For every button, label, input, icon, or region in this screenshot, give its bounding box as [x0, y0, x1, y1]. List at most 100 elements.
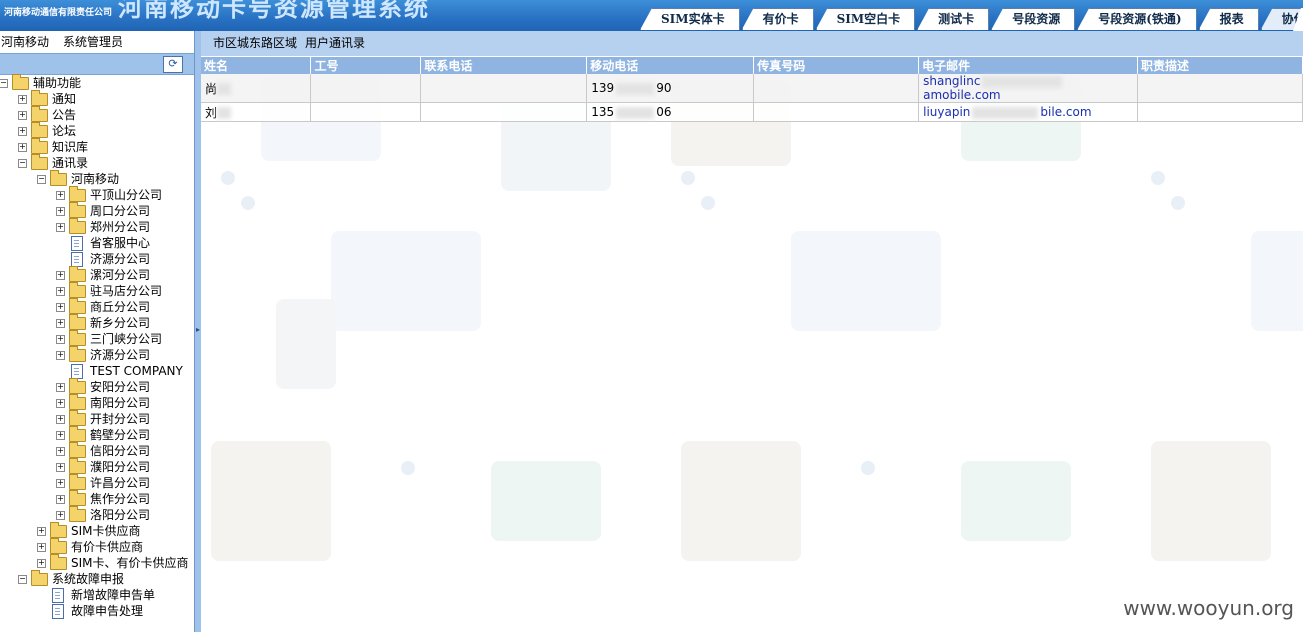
col-email[interactable]: 电子邮件 [918, 57, 1139, 74]
folder-icon [50, 522, 67, 538]
folder-open-icon [50, 170, 67, 186]
tree-label: 有价卡供应商 [71, 540, 144, 554]
folder-icon [69, 490, 86, 506]
cell-mobile: 135 06 [586, 102, 755, 122]
col-employee-id[interactable]: 工号 [310, 57, 422, 74]
tree-label: 漯河分公司 [90, 268, 151, 282]
folder-icon [69, 346, 86, 362]
expand-icon[interactable]: + [56, 511, 65, 520]
redaction [616, 82, 655, 95]
collapse-icon[interactable]: − [18, 575, 27, 584]
folder-icon [69, 474, 86, 490]
folder-icon [31, 122, 48, 138]
col-phone[interactable]: 联系电话 [420, 57, 588, 74]
col-mobile[interactable]: 移动电话 [586, 57, 755, 74]
redaction [616, 106, 655, 119]
folder-icon [69, 298, 86, 314]
expand-icon[interactable]: + [56, 287, 65, 296]
expand-icon[interactable]: + [56, 319, 65, 328]
left-sidebar: 河南移动 系统管理员 ⟳ − 辅助功能 + 通知 + 公告 + 论坛 + 知识库 − 通讯录 − 河南移动 +… [0, 31, 194, 632]
tree-label: 驻马店分公司 [90, 284, 163, 298]
tab-value-card[interactable]: 有价卡 [741, 8, 814, 30]
expand-icon[interactable]: + [56, 399, 65, 408]
folder-icon [69, 378, 86, 394]
tab-number-range-tietong[interactable]: 号段资源(铁通) [1077, 8, 1197, 30]
expand-icon[interactable]: + [56, 415, 65, 424]
col-name[interactable]: 姓名 [201, 57, 312, 74]
email-link[interactable]: liuyapin bile.com [923, 105, 1091, 119]
expand-icon[interactable]: + [56, 479, 65, 488]
expand-icon[interactable]: + [56, 223, 65, 232]
expand-icon[interactable]: + [56, 303, 65, 312]
tree-label: 省客服中心 [90, 236, 151, 250]
refresh-icon[interactable]: ⟳ [163, 56, 183, 73]
expand-icon[interactable]: + [18, 111, 27, 120]
folder-icon [31, 138, 48, 154]
header-bar: 河南移动通信有限责任公司 河南移动卡号资源管理系统 SIM实体卡 有价卡 SIM… [0, 0, 1303, 31]
collapse-icon[interactable]: − [18, 159, 27, 168]
folder-open-icon [31, 570, 48, 586]
tree-label: TEST COMPANY [90, 364, 183, 378]
expand-icon[interactable]: + [56, 351, 65, 360]
expand-icon[interactable]: + [56, 271, 65, 280]
tree-label: 论坛 [52, 124, 77, 138]
expand-icon[interactable]: + [37, 543, 46, 552]
expand-icon[interactable]: + [56, 207, 65, 216]
breadcrumb-area: 市区城东路区域 [213, 36, 298, 50]
table-row[interactable]: 刘 135 06 liuyapin bile.com [201, 102, 1303, 122]
folder-icon [69, 186, 86, 202]
tab-blank-sim[interactable]: SIM空白卡 [815, 8, 916, 30]
org-name: 河南移动 [1, 35, 50, 49]
tree-label: SIM卡、有价卡供应商 [71, 556, 189, 570]
expand-icon[interactable]: + [56, 463, 65, 472]
expand-icon[interactable]: + [56, 495, 65, 504]
expand-icon[interactable]: + [18, 127, 27, 136]
document-icon [71, 236, 83, 251]
tab-reports[interactable]: 报表 [1198, 8, 1259, 30]
folder-icon [50, 554, 67, 570]
expand-icon[interactable]: + [56, 447, 65, 456]
expand-icon[interactable]: + [56, 431, 65, 440]
redaction [982, 75, 1063, 88]
tree-label: 信阳分公司 [90, 444, 151, 458]
folder-icon [69, 458, 86, 474]
collapse-icon[interactable]: − [0, 79, 8, 88]
tab-number-range[interactable]: 号段资源 [991, 8, 1076, 30]
expand-icon[interactable]: + [37, 559, 46, 568]
col-duty[interactable]: 职责描述 [1137, 57, 1303, 74]
cell-employee-id [310, 102, 422, 122]
table-row[interactable]: 尚 139 90 shanglincamobile.com [201, 74, 1303, 103]
folder-open-icon [31, 154, 48, 170]
collapse-icon[interactable]: − [37, 175, 46, 184]
tree-label: 郑州分公司 [90, 220, 151, 234]
breadcrumb-page: 用户通讯录 [305, 36, 366, 50]
tree-label: 辅助功能 [33, 76, 82, 90]
expand-icon[interactable]: + [37, 527, 46, 536]
cell-duty [1137, 74, 1303, 103]
email-link[interactable]: shanglincamobile.com [923, 74, 1064, 102]
folder-icon [69, 506, 86, 522]
expand-icon[interactable]: + [56, 335, 65, 344]
tree-label: 通知 [52, 92, 77, 106]
expand-icon[interactable]: + [56, 191, 65, 200]
tree-label: 洛阳分公司 [90, 508, 151, 522]
expand-icon[interactable]: + [18, 143, 27, 152]
folder-icon [69, 218, 86, 234]
expand-icon[interactable]: + [56, 383, 65, 392]
cell-fax [753, 74, 920, 103]
main-content: 市区城东路区域 用户通讯录 姓名 工号 联系电话 移动电话 传真号码 电子邮件 职… [201, 31, 1303, 632]
folder-icon [50, 538, 67, 554]
folder-open-icon [12, 74, 29, 90]
folder-icon [69, 442, 86, 458]
redaction [972, 106, 1039, 119]
redaction [217, 83, 232, 95]
cell-phone [420, 74, 588, 103]
system-title: 河南移动卡号资源管理系统 [118, 0, 430, 22]
expand-icon[interactable]: + [18, 95, 27, 104]
tree-label: 焦作分公司 [90, 492, 151, 506]
tab-test-card[interactable]: 测试卡 [917, 8, 990, 30]
tab-sim-card[interactable]: SIM实体卡 [640, 8, 740, 30]
user-role: 系统管理员 [63, 35, 124, 49]
tree-label: 鹤壁分公司 [90, 428, 151, 442]
col-fax[interactable]: 传真号码 [753, 57, 920, 74]
